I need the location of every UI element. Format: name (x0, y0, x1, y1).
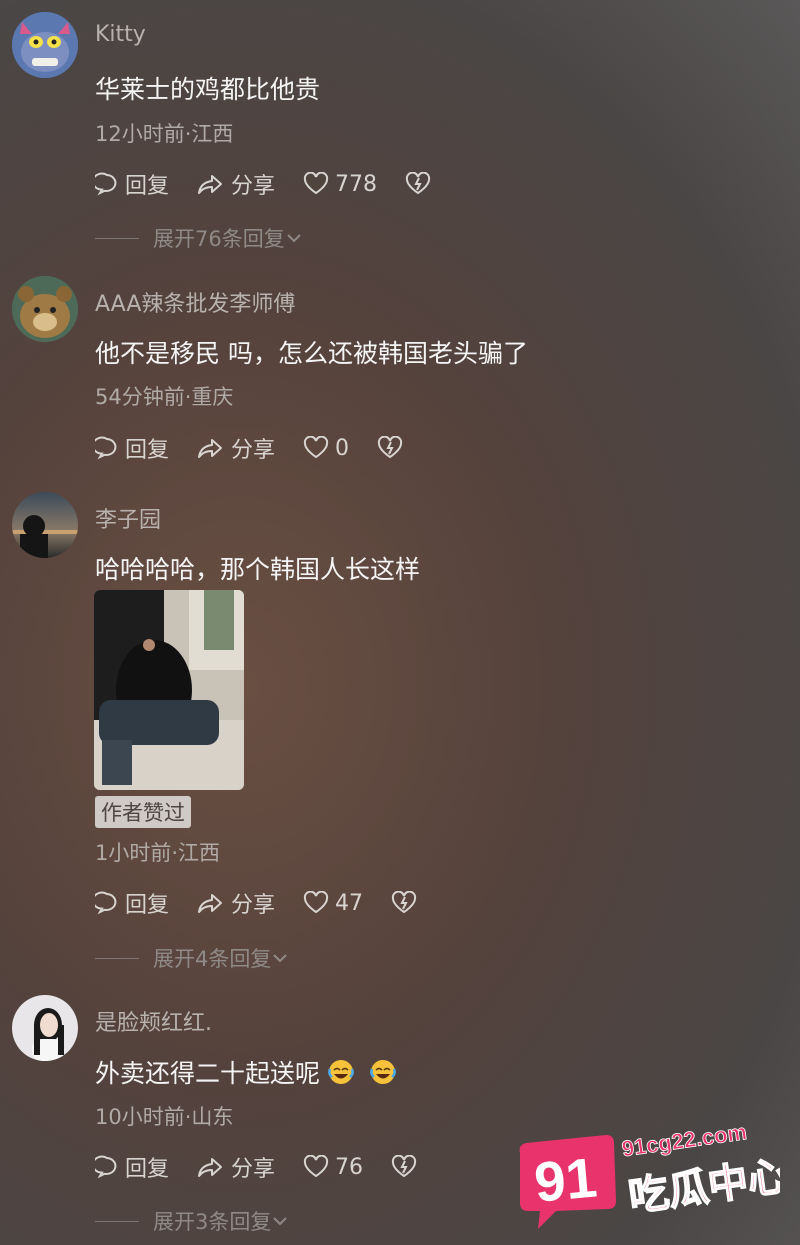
expand-label: 展开3条回复 (153, 1210, 272, 1234)
comment-text: 哈哈哈哈，那个韩国人长这样 (95, 555, 421, 584)
dislike-heart-icon (405, 172, 431, 195)
dislike-button[interactable] (391, 891, 423, 915)
expand-replies[interactable]: 展开76条回复 (95, 223, 303, 253)
like-count: 47 (335, 890, 364, 916)
expand-label: 展开76条回复 (153, 227, 285, 251)
share-button[interactable]: 分享 (197, 1151, 275, 1183)
reply-button[interactable]: 回复 (95, 168, 169, 200)
heart-icon (303, 1155, 329, 1178)
reply-label: 回复 (125, 174, 170, 199)
comment-icon (95, 891, 117, 915)
expand-replies[interactable]: 展开3条回复 (95, 1206, 289, 1236)
divider (95, 237, 139, 239)
author-liked-badge: 作者赞过 (95, 796, 191, 828)
divider (95, 1220, 139, 1222)
watermark-number: 91 (532, 1145, 600, 1213)
like-button[interactable]: 47 (303, 891, 363, 916)
comment-meta: 12小时前·江西 (95, 122, 234, 146)
laugh-cry-emoji (328, 1060, 354, 1084)
share-icon (198, 1158, 223, 1177)
chevron-down-icon (273, 954, 288, 963)
share-button[interactable]: 分享 (197, 432, 275, 464)
dislike-button[interactable] (405, 172, 437, 196)
comment-image[interactable] (94, 590, 244, 790)
comment-icon (95, 436, 117, 460)
comment-actions: 回复 分享 0 (95, 432, 437, 464)
expand-replies[interactable]: 展开4条回复 (95, 943, 289, 973)
avatar[interactable] (12, 276, 78, 342)
reply-label: 回复 (125, 1157, 170, 1182)
reply-label: 回复 (125, 438, 170, 463)
divider (95, 957, 139, 959)
reply-button[interactable]: 回复 (95, 1151, 169, 1183)
comment-icon (95, 172, 117, 196)
comment-text: 他不是移民 吗，怎么还被韩国老头骗了 (95, 339, 528, 368)
chevron-down-icon (287, 234, 301, 243)
share-button[interactable]: 分享 (197, 887, 275, 919)
laugh-cry-emoji (370, 1060, 396, 1084)
comment-icon (95, 1155, 117, 1179)
share-button[interactable]: 分享 (197, 168, 275, 200)
share-icon (198, 439, 223, 458)
chevron-down-icon (273, 1217, 288, 1226)
dislike-button[interactable] (377, 436, 409, 460)
comment-actions: 回复 分享 778 (95, 168, 465, 200)
reply-button[interactable]: 回复 (95, 432, 169, 464)
dislike-heart-icon (391, 1155, 417, 1178)
comment-meta: 54分钟前·重庆 (95, 385, 234, 409)
username[interactable]: 是脸颊红红. (95, 1005, 212, 1037)
dislike-heart-icon (391, 891, 417, 914)
share-label: 分享 (231, 893, 276, 918)
dislike-heart-icon (377, 436, 403, 459)
comment-actions: 回复 分享 76 (95, 1151, 451, 1183)
like-button[interactable]: 0 (303, 436, 349, 461)
like-count: 0 (335, 435, 350, 461)
like-button[interactable]: 76 (303, 1155, 363, 1180)
share-label: 分享 (231, 174, 276, 199)
share-icon (198, 175, 223, 194)
watermark-domain: 91cg22.com (620, 1119, 748, 1161)
avatar[interactable] (12, 492, 78, 558)
reply-label: 回复 (125, 893, 170, 918)
like-button[interactable]: 778 (303, 172, 377, 197)
like-count: 778 (335, 171, 378, 197)
expand-label: 展开4条回复 (153, 947, 272, 971)
watermark-slogan: 吃瓜中心 (626, 1153, 780, 1221)
avatar[interactable] (12, 12, 78, 78)
share-label: 分享 (231, 1157, 276, 1182)
reply-button[interactable]: 回复 (95, 887, 169, 919)
comment-actions: 回复 分享 47 (95, 887, 451, 919)
comment-meta: 10小时前·山东 (95, 1105, 234, 1129)
dislike-button[interactable] (391, 1155, 423, 1179)
comment-text: 外卖还得二十起送呢 (95, 1054, 398, 1090)
username[interactable]: 李子园 (95, 502, 161, 534)
comment-text-content: 外卖还得二十起送呢 (95, 1059, 321, 1088)
comment-meta: 1小时前·江西 (95, 841, 221, 865)
comment-text: 华莱士的鸡都比他贵 (95, 75, 321, 104)
heart-icon (303, 172, 329, 195)
heart-icon (303, 436, 329, 459)
heart-icon (303, 891, 329, 914)
avatar[interactable] (12, 995, 78, 1061)
username[interactable]: Kitty (95, 22, 146, 47)
username[interactable]: AAA辣条批发李师傅 (95, 286, 295, 318)
like-count: 76 (335, 1154, 364, 1180)
share-label: 分享 (231, 438, 276, 463)
share-icon (198, 894, 223, 913)
watermark-logo: 91 91cg22.com 吃瓜中心 (510, 1105, 792, 1235)
